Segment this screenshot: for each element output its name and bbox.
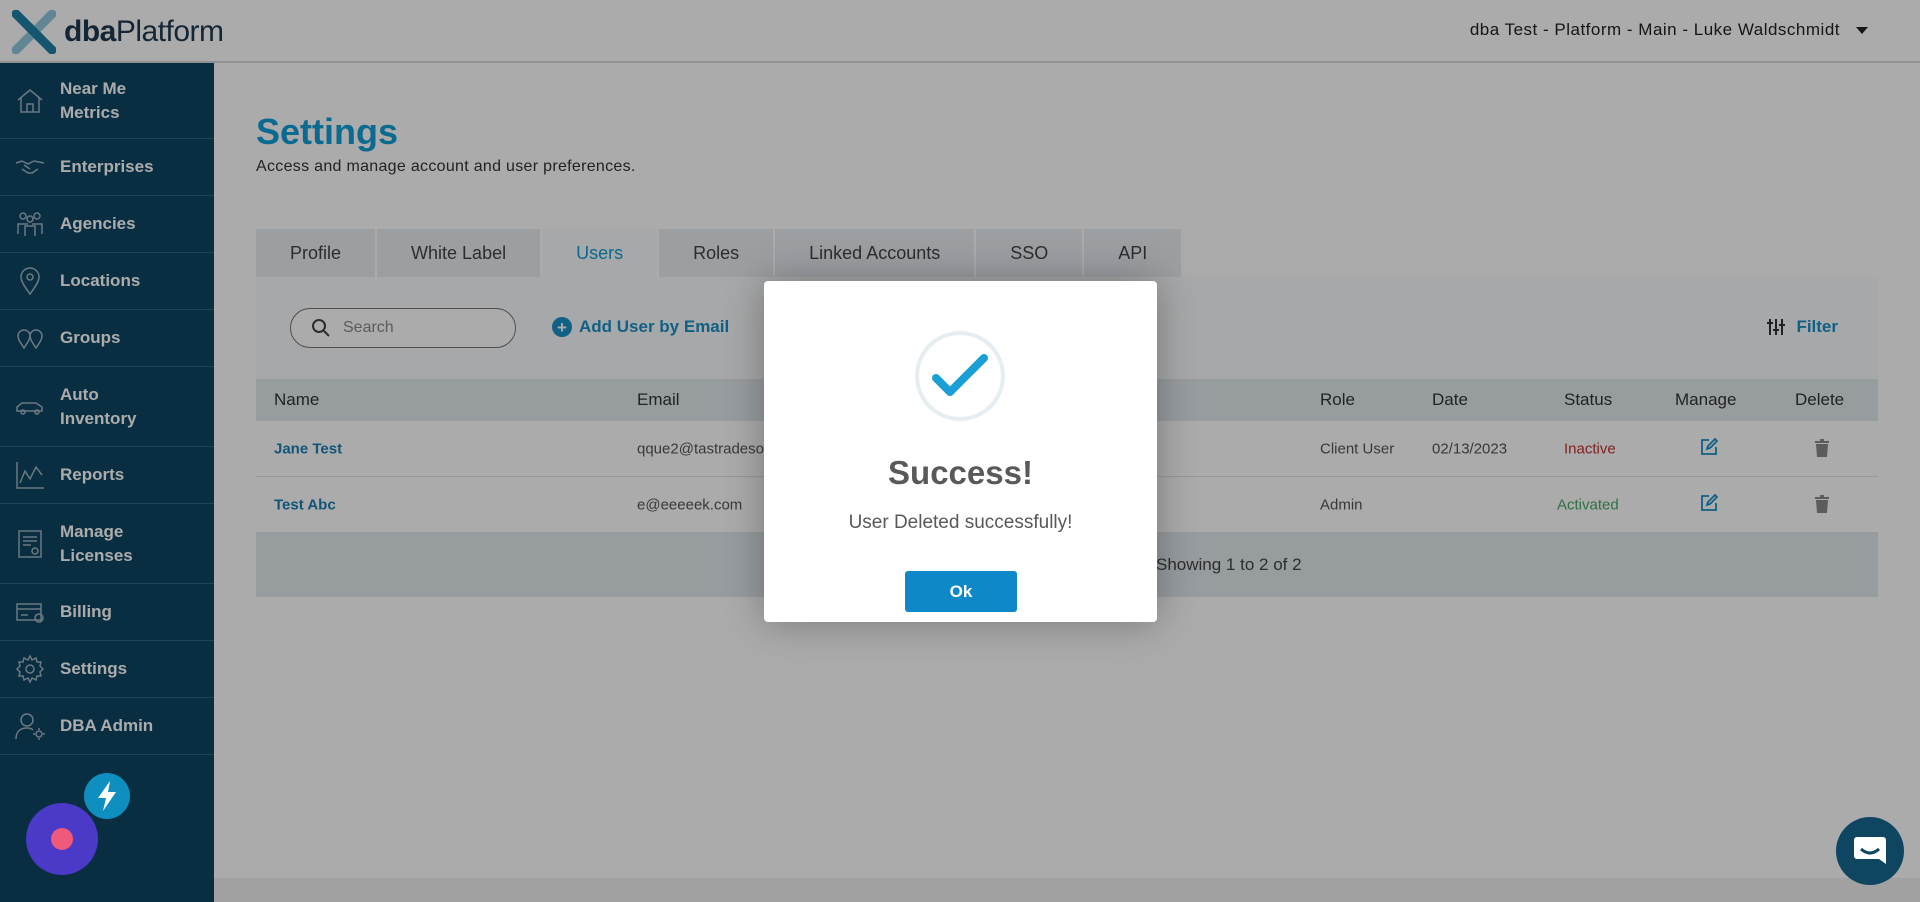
record-dot-icon: [51, 828, 73, 850]
chat-bubble-icon: [1854, 837, 1886, 864]
screen-record-button[interactable]: [26, 803, 98, 875]
ok-button[interactable]: Ok: [905, 571, 1017, 612]
dialog-message: User Deleted successfully!: [848, 512, 1073, 533]
checkmark-icon: [932, 354, 988, 396]
lightning-bolt-icon: [98, 781, 116, 811]
success-dialog: Success! User Deleted successfully! Ok: [764, 281, 1157, 622]
quick-action-button[interactable]: [84, 773, 130, 819]
dialog-title: Success!: [888, 454, 1033, 491]
chat-launcher-button[interactable]: [1836, 817, 1904, 885]
success-check-ring: [915, 331, 1005, 421]
